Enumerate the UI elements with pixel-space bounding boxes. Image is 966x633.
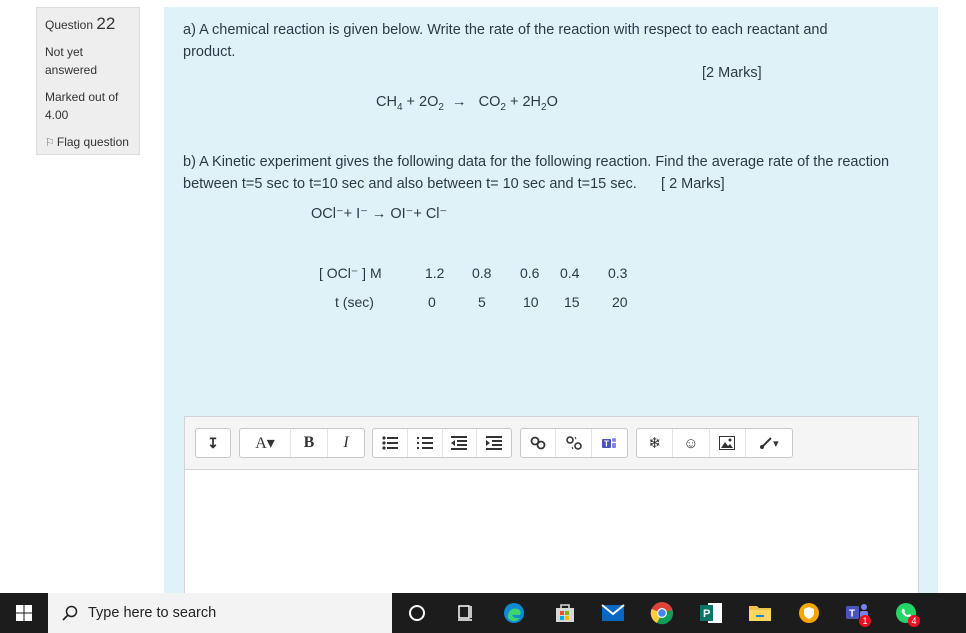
- edge-browser-button[interactable]: [500, 599, 528, 627]
- answer-text-area[interactable]: [185, 470, 918, 599]
- teams-icon: T: [602, 438, 617, 449]
- table-cell: 20: [612, 294, 628, 310]
- equation-b: OCl⁻+ I⁻ → OI⁻+ Cl⁻: [311, 206, 448, 222]
- table-cell: 10: [523, 294, 539, 310]
- taskbar: Type here to search P T 1 4: [0, 593, 966, 633]
- table-cell: 0.8: [472, 265, 492, 281]
- bullet-list-icon: [382, 436, 398, 450]
- toolbar-group-style: A▾ B I: [239, 428, 365, 458]
- store-icon: [556, 604, 574, 622]
- vpn-shield-button[interactable]: [795, 599, 823, 627]
- flag-question-label: Flag question: [56, 135, 129, 149]
- link-button[interactable]: [521, 429, 557, 457]
- equation-a: CH4 + 2O2 → CO2 + 2H2O: [376, 94, 558, 113]
- teams-notification-badge: 1: [859, 615, 871, 627]
- part-a-marks: [2 Marks]: [702, 65, 762, 81]
- part-b-marks: [ 2 Marks]: [661, 176, 725, 192]
- italic-button[interactable]: I: [328, 429, 364, 457]
- question-state: Not yet answered: [45, 45, 98, 77]
- part-a-text: a) A chemical reaction is given below. W…: [183, 22, 828, 60]
- cortana-circle-icon: [409, 605, 425, 621]
- table-cell: 0.6: [520, 265, 540, 281]
- chrome-icon: [650, 602, 673, 625]
- table-row-label: [ OCl⁻ ] M: [319, 265, 382, 281]
- search-icon: [62, 605, 78, 621]
- whatsapp-notification-badge: 4: [908, 615, 920, 627]
- unordered-list-button[interactable]: [373, 429, 408, 457]
- table-cell: 0.3: [608, 265, 628, 281]
- indent-icon: [486, 436, 503, 450]
- publisher-button[interactable]: P: [697, 599, 725, 627]
- publisher-icon: P: [700, 603, 722, 623]
- teams-meeting-button[interactable]: T: [592, 429, 627, 457]
- microsoft-store-button[interactable]: [551, 599, 579, 627]
- table-cell: 0.4: [560, 265, 580, 281]
- outdent-icon: [451, 436, 468, 450]
- edge-icon: [504, 603, 524, 623]
- chevron-down-icon: ▾: [773, 437, 779, 450]
- toolbar-group-collapse: ↧: [195, 428, 231, 458]
- paintbrush-icon: [760, 437, 772, 449]
- shield-icon: [799, 603, 819, 623]
- special-character-button[interactable]: ❄: [637, 429, 674, 457]
- bold-button[interactable]: B: [291, 429, 328, 457]
- search-placeholder: Type here to search: [88, 605, 217, 621]
- folder-icon: [749, 606, 771, 621]
- flag-icon: ⚐: [45, 137, 55, 149]
- svg-text:P: P: [703, 608, 710, 620]
- outdent-button[interactable]: [443, 429, 478, 457]
- link-icon: [530, 436, 546, 450]
- table-cell: 5: [478, 294, 486, 310]
- svg-text:T: T: [849, 609, 855, 620]
- toolbar-group-lists: [372, 428, 512, 458]
- flag-question-link[interactable]: ⚐ Flag question: [45, 134, 131, 151]
- toolbar-group-links: T: [520, 428, 628, 458]
- image-icon: [719, 436, 736, 450]
- insert-image-button[interactable]: [710, 429, 746, 457]
- question-info-panel: Question 22 Not yet answered Marked out …: [36, 7, 140, 155]
- teams-app-button[interactable]: T 1: [843, 599, 871, 627]
- emoticon-button[interactable]: ☺: [673, 429, 710, 457]
- table-cell: 0: [428, 294, 436, 310]
- svg-text:T: T: [604, 440, 609, 449]
- whatsapp-button[interactable]: 4: [892, 599, 920, 627]
- numbered-list-icon: [416, 437, 433, 449]
- task-view-icon: [458, 605, 472, 621]
- part-b-text: b) A Kinetic experiment gives the follow…: [183, 154, 890, 192]
- table-cell: 1.2: [425, 265, 445, 281]
- cortana-button[interactable]: [403, 599, 431, 627]
- mail-button[interactable]: [599, 599, 627, 627]
- unlink-button[interactable]: [556, 429, 592, 457]
- table-row-label: t (sec): [335, 294, 374, 310]
- file-explorer-button[interactable]: [746, 599, 774, 627]
- table-cell: 15: [564, 294, 580, 310]
- more-tools-button[interactable]: ▾: [746, 429, 792, 457]
- question-grade: Marked out of 4.00: [45, 90, 119, 122]
- ordered-list-button[interactable]: [408, 429, 443, 457]
- task-view-button[interactable]: [451, 599, 479, 627]
- start-button[interactable]: [0, 593, 48, 633]
- snowflake-icon: ❄: [648, 435, 661, 452]
- indent-button[interactable]: [477, 429, 511, 457]
- smiley-icon: ☺: [683, 434, 699, 452]
- chrome-button[interactable]: [648, 599, 676, 627]
- taskbar-search-box[interactable]: Type here to search: [48, 593, 392, 633]
- unlink-icon: [565, 436, 582, 450]
- font-color-button[interactable]: A▾: [240, 429, 291, 457]
- answer-editor: ↧ A▾ B I T ❄ ☺ ▾: [184, 416, 919, 600]
- question-number: Question 22: [45, 14, 116, 33]
- collapse-toolbar-button[interactable]: ↧: [196, 429, 230, 457]
- editor-toolbar: ↧ A▾ B I T ❄ ☺ ▾: [185, 417, 918, 470]
- toolbar-group-insert: ❄ ☺ ▾: [636, 428, 793, 458]
- windows-logo-icon: [16, 605, 32, 621]
- mail-icon: [601, 604, 625, 621]
